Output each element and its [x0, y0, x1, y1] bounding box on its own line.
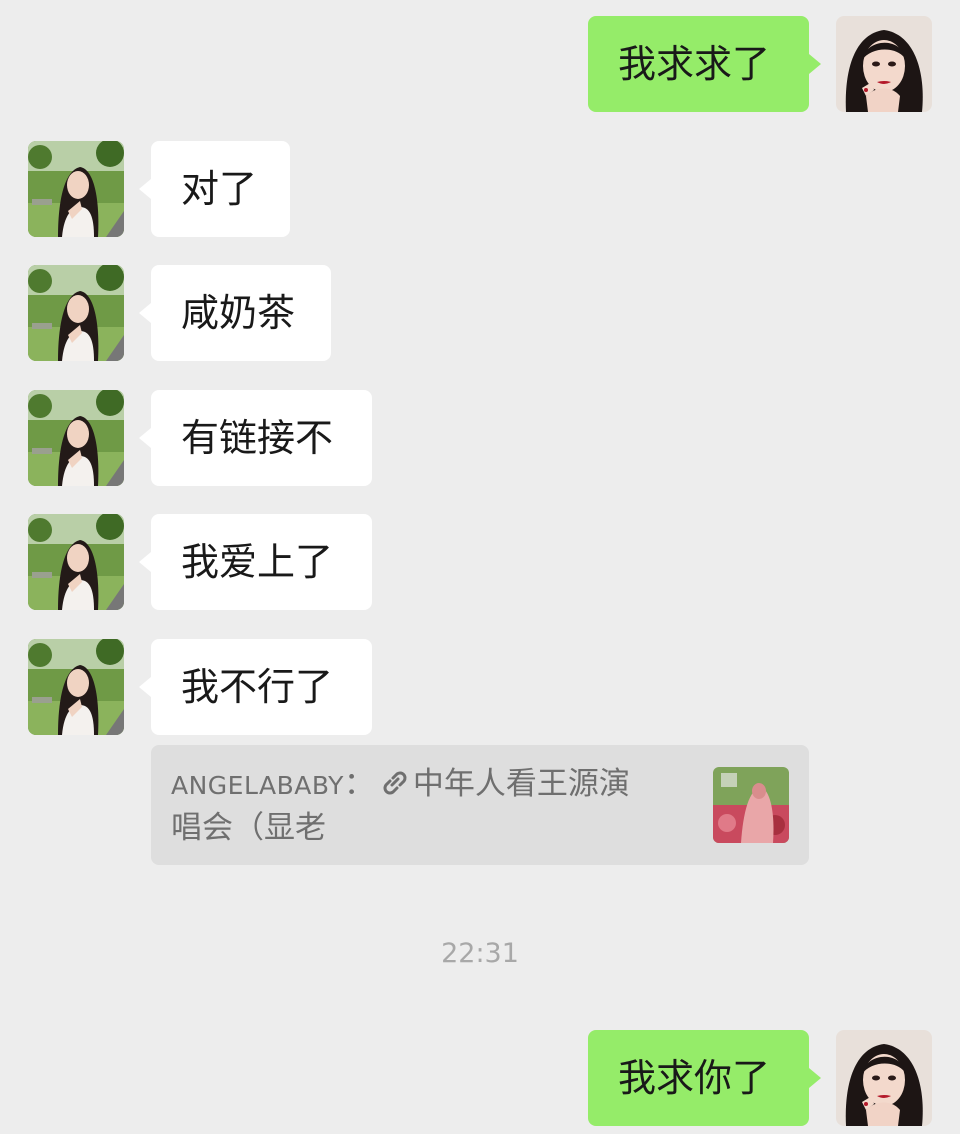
- quoted-message[interactable]: ANGELABABY： 中年人看王源演 唱会（显老: [151, 745, 809, 865]
- self-avatar[interactable]: [836, 16, 932, 112]
- quote-line-1: 中年人看王源演: [412, 766, 630, 802]
- message-bubble-outgoing[interactable]: 我求求了: [588, 16, 821, 112]
- message-bubble-incoming[interactable]: 咸奶茶: [139, 265, 331, 361]
- message-bubble-incoming[interactable]: 对了: [139, 141, 290, 237]
- quote-line-2: 唱会（显老: [171, 810, 326, 846]
- self-avatar[interactable]: [836, 1030, 932, 1126]
- video-thumbnail[interactable]: [713, 767, 789, 843]
- message-bubble-incoming[interactable]: 我不行了: [139, 639, 372, 735]
- timestamp: 22:31: [441, 938, 519, 969]
- quoted-message-text: ANGELABABY： 中年人看王源演 唱会（显老: [171, 763, 691, 849]
- quote-separator: ：: [343, 766, 375, 802]
- link-icon: [379, 767, 411, 797]
- friend-avatar[interactable]: [28, 141, 124, 237]
- message-bubble-outgoing[interactable]: 我求你了: [588, 1030, 821, 1126]
- friend-avatar[interactable]: [28, 265, 124, 361]
- quote-author: ANGELABABY: [171, 771, 344, 800]
- friend-avatar[interactable]: [28, 639, 124, 735]
- message-bubble-incoming[interactable]: 有链接不: [139, 390, 372, 486]
- friend-avatar[interactable]: [28, 514, 124, 610]
- friend-avatar[interactable]: [28, 390, 124, 486]
- message-bubble-incoming[interactable]: 我爱上了: [139, 514, 372, 610]
